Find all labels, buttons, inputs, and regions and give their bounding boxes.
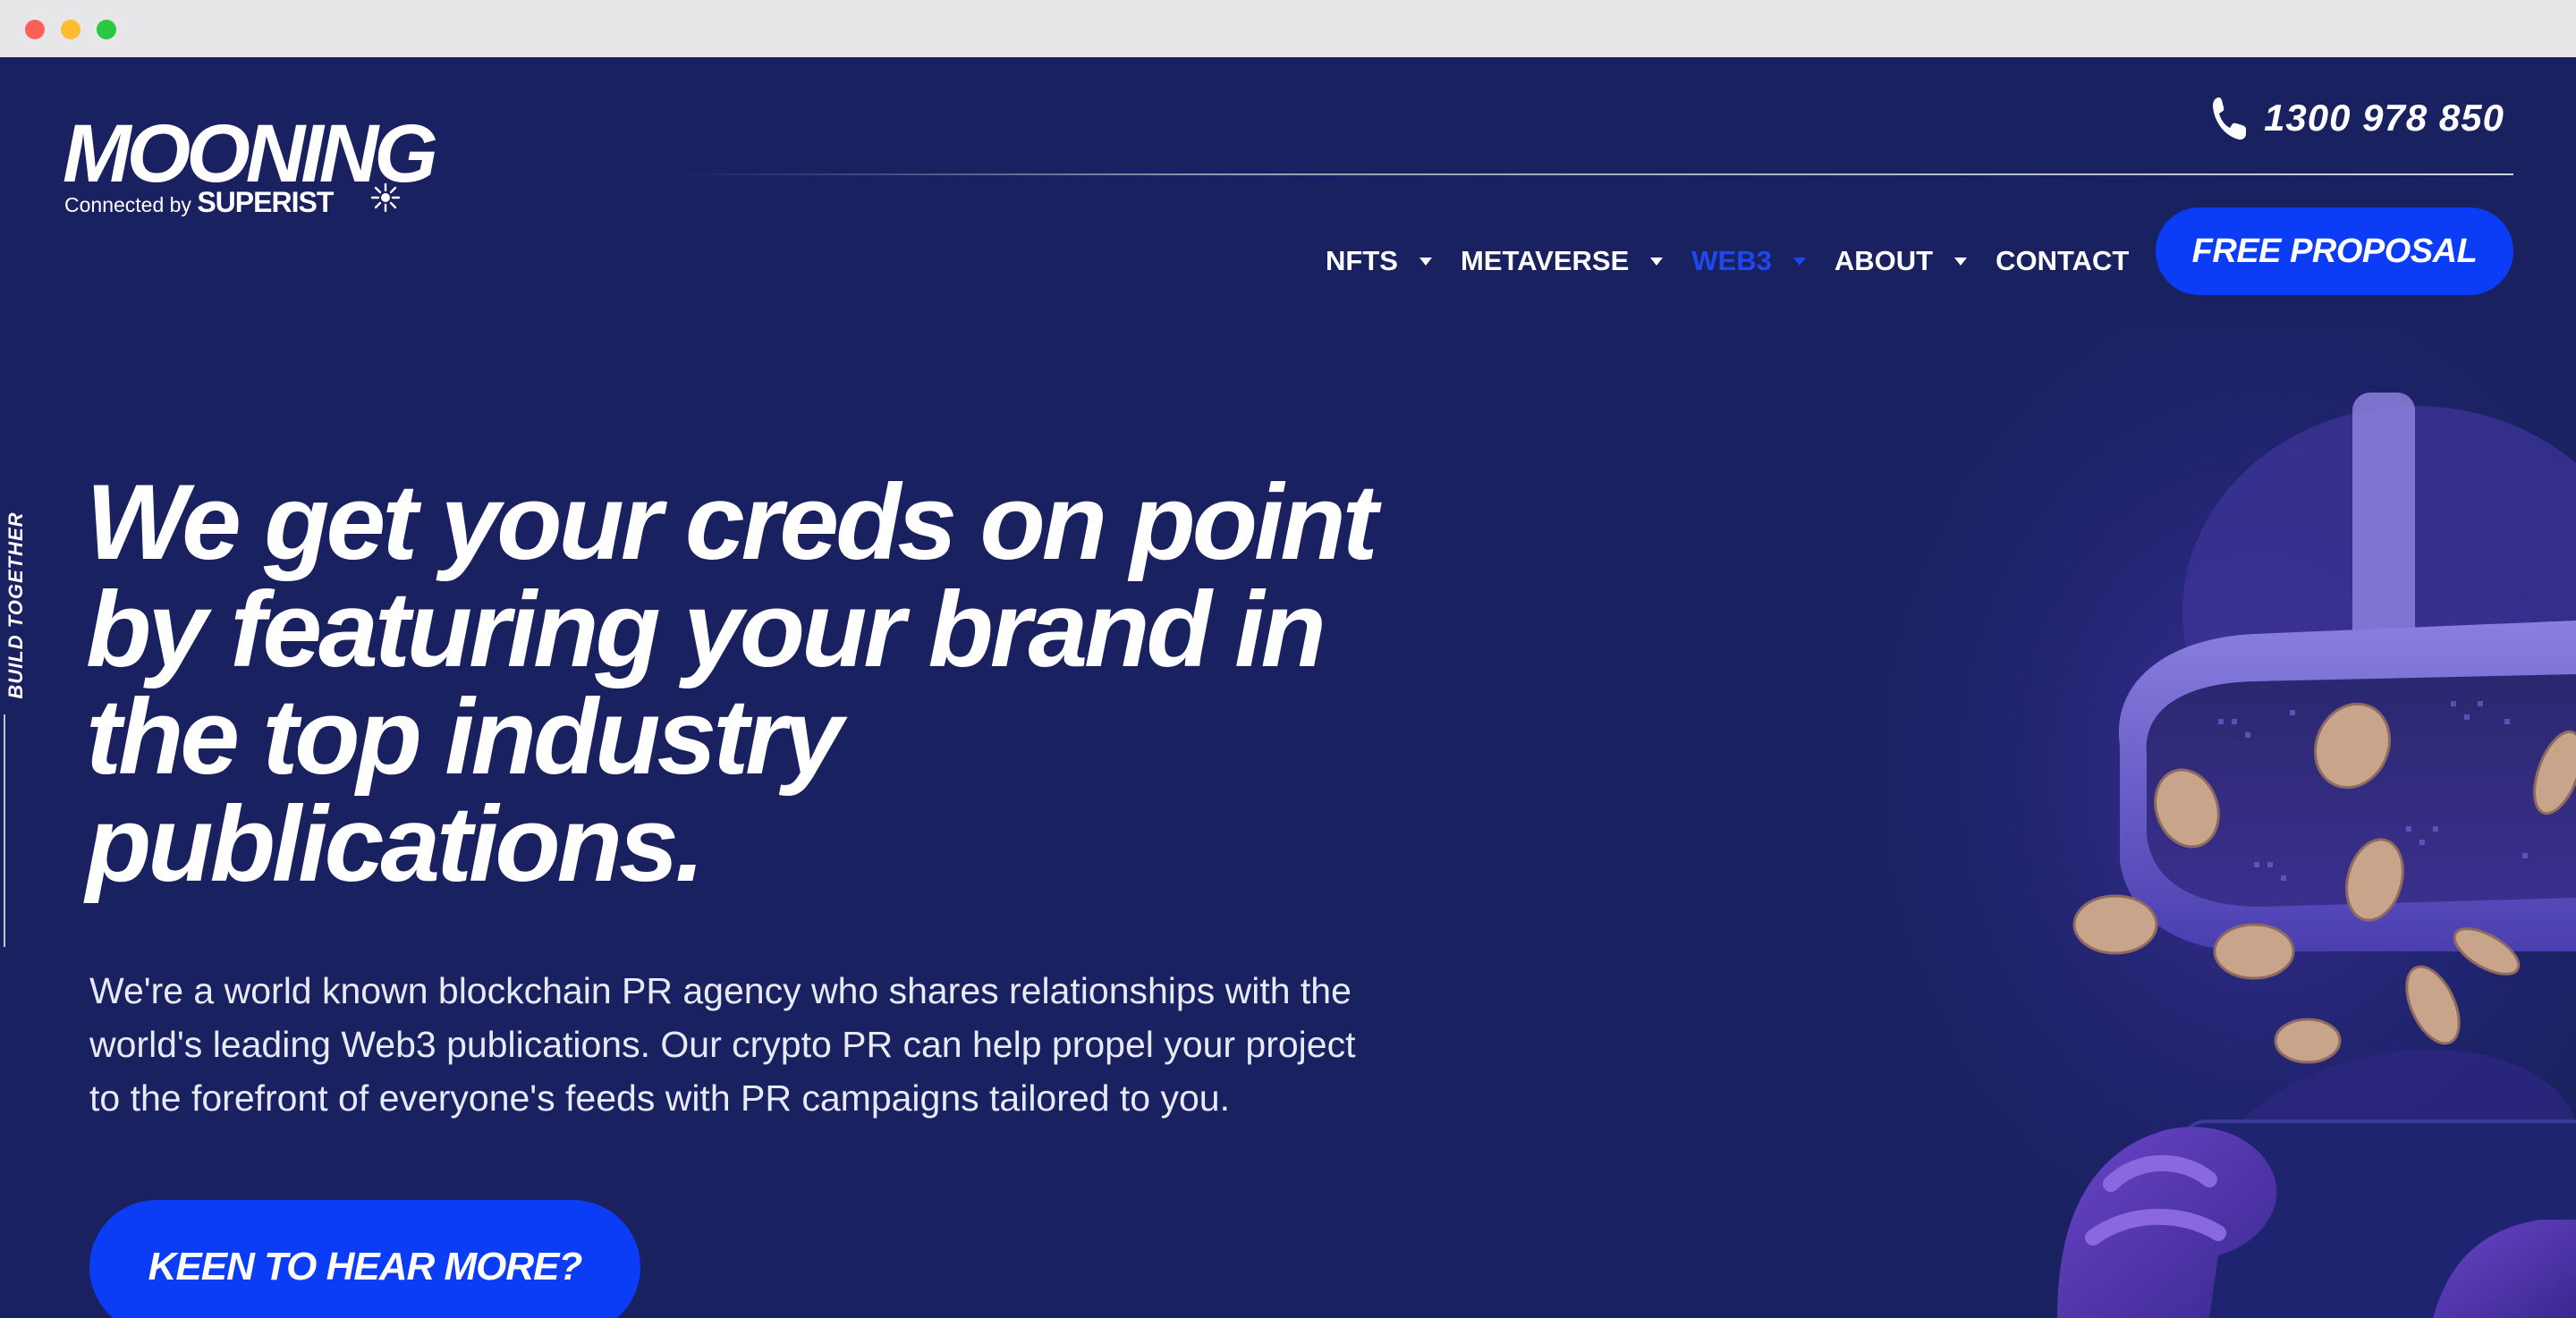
sunburst-icon [370,182,401,213]
hero-subtitle-line: to the forefront of everyone's feeds wit… [89,1077,1230,1119]
hero-subtitle-line: We're a world known blockchain PR agency… [89,970,1352,1011]
side-rail: BUILD TOGETHER [0,495,27,1014]
logo-tagline-prefix: Connected by [64,193,191,216]
hero-title-line: the top industry [86,677,843,797]
hero-title-line: publications. [86,784,705,904]
caret-down-icon [1419,257,1432,266]
phone-link[interactable]: 1300 978 850 [2210,95,2504,141]
nav-item-about[interactable]: ABOUT [1835,245,1996,277]
keen-to-hear-more-button[interactable]: KEEN TO HEAR MORE? [89,1200,640,1318]
nav-item-label: CONTACT [1996,245,2130,276]
caret-down-icon [1792,257,1806,266]
side-rail-line [4,714,5,947]
nav-item-label: ABOUT [1834,245,1934,276]
nav-item-nfts[interactable]: NFTS [1326,245,1461,277]
logo-tagline: Connected by SUPERIST [64,186,334,219]
site-logo[interactable]: MOONING Connected by SUPERIST [63,113,438,218]
hero-title: We get your creds on point by featuring … [86,469,1535,898]
hero-title-line: We get your creds on point [86,462,1378,582]
nav-item-label: NFTS [1326,245,1398,276]
free-proposal-button[interactable]: FREE PROPOSAL [2156,207,2513,295]
maximize-window-button[interactable] [97,20,116,39]
nav-item-label: METAVERSE [1460,245,1630,276]
caret-down-icon [1650,257,1664,266]
phone-icon [2213,97,2247,140]
main-nav: NFTS METAVERSE WEB3 ABOUT CONTACT [1326,232,2129,290]
hero-subtitle: We're a world known blockchain PR agency… [89,964,1485,1125]
phone-number: 1300 978 850 [2264,97,2504,139]
nav-item-web3[interactable]: WEB3 [1691,245,1835,277]
logo-tagline-brand: SUPERIST [197,186,334,218]
side-label: BUILD TOGETHER [4,511,27,699]
vr-headset-illustration [1789,325,2576,1318]
nav-item-label: WEB3 [1691,245,1772,276]
nav-item-contact[interactable]: CONTACT [1996,245,2129,277]
hero-subtitle-line: world's leading Web3 publications. Our c… [89,1024,1356,1065]
nav-item-metaverse[interactable]: METAVERSE [1461,245,1691,277]
caret-down-icon [1954,257,1968,266]
header-divider [680,173,2513,175]
browser-titlebar [0,0,2576,58]
hero-title-line: by featuring your brand in [86,570,1326,689]
minimize-window-button[interactable] [61,20,80,39]
page: MOONING Connected by SUPERIST 1300 978 8… [0,57,2576,1318]
close-window-button[interactable] [25,20,45,39]
